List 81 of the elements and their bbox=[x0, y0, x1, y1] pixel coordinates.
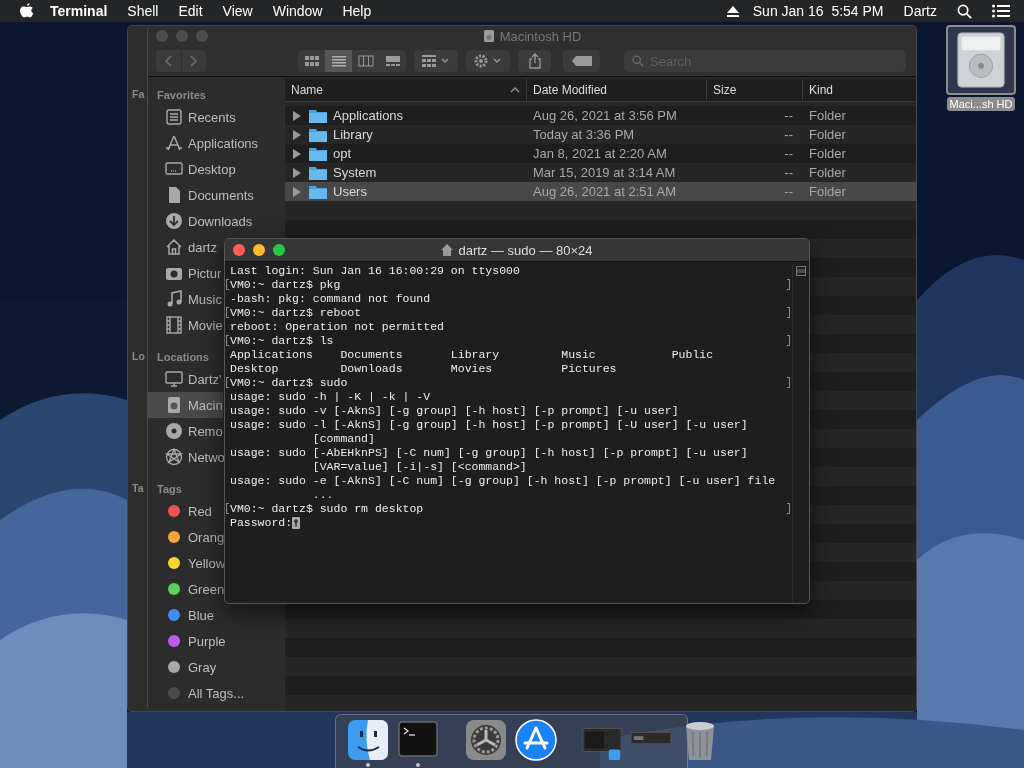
command-line: VM0:~ dartz$ sudo rm desktop bbox=[230, 502, 424, 516]
window-title: Macintosh HD bbox=[499, 28, 582, 44]
output-line: Last login: Sun Jan 16 16:00:29 on ttys000 bbox=[230, 264, 520, 278]
file-name: opt bbox=[333, 146, 352, 161]
tag-item[interactable]: Gray bbox=[148, 654, 217, 680]
output-line: Desktop Downloads Movies Pictures bbox=[230, 362, 617, 376]
output-line: usage: sudo -l [-AknS] [-g group] [-h host] [-p prompt] [-U user] [-u user] bbox=[230, 418, 748, 432]
user-menu[interactable]: Dartz bbox=[903, 3, 937, 19]
table-cell-text: Jan 8, 2021 at 2:20 AM bbox=[532, 146, 668, 161]
menu-item[interactable]: View bbox=[222, 3, 253, 19]
column-header[interactable]: Kind bbox=[803, 79, 916, 101]
app-menu[interactable]: Terminal bbox=[50, 3, 108, 19]
sidebar-item[interactable]: Applications bbox=[148, 130, 259, 156]
sidebar-item[interactable]: Pictur bbox=[148, 260, 222, 286]
command-line: VM0:~ dartz$ reboot bbox=[230, 306, 362, 320]
sidebar-item[interactable]: Documents bbox=[148, 182, 254, 208]
command-line: VM0:~ dartz$ pkg bbox=[230, 278, 341, 292]
file-row[interactable]: Users Aug 26, 2021 at 2:51 AM -- Folder bbox=[285, 182, 916, 201]
tag-item[interactable]: Blue bbox=[148, 602, 215, 628]
clock[interactable]: Sun Jan 16 5:54 PM bbox=[752, 3, 884, 19]
menu-item[interactable]: Shell bbox=[127, 3, 159, 19]
sidebar-item[interactable]: Remo bbox=[148, 418, 223, 444]
sidebar-item[interactable]: Macin bbox=[148, 392, 223, 418]
output-line: ... bbox=[311, 488, 334, 502]
table-cell-text: Folder bbox=[808, 165, 847, 180]
table-cell-text: -- bbox=[783, 127, 794, 142]
table-cell-text: -- bbox=[783, 165, 794, 180]
table-cell-text: Folder bbox=[808, 184, 847, 199]
output-line: -bash: pkg: command not found bbox=[230, 292, 431, 306]
sidebar-item[interactable]: Dartz' bbox=[148, 366, 222, 392]
sidebar-heading: Fa bbox=[132, 88, 145, 100]
table-cell-text: Mar 15, 2019 at 3:14 AM bbox=[532, 165, 677, 180]
output-line: reboot: Operation not permitted bbox=[230, 320, 444, 334]
table-cell-text: -- bbox=[783, 184, 794, 199]
table-cell-text: Aug 26, 2021 at 2:51 AM bbox=[532, 184, 678, 199]
table-cell-text: Folder bbox=[808, 146, 847, 161]
output-line: usage: sudo [-AbEHknPS] [-C num] [-g group] [-h host] [-p prompt] [-u user] bbox=[230, 446, 748, 460]
tag-item[interactable]: Orang bbox=[148, 524, 225, 550]
column-header[interactable]: Name bbox=[285, 79, 527, 101]
tag-item[interactable]: Purple bbox=[148, 628, 226, 654]
output-line: Applications Documents Library Music Public bbox=[230, 348, 714, 362]
tag-item[interactable]: All Tags... bbox=[148, 680, 245, 706]
table-cell-text: Folder bbox=[808, 108, 847, 123]
file-name: Library bbox=[333, 127, 373, 142]
sidebar-item[interactable]: Recents bbox=[148, 104, 236, 130]
table-cell-text: Aug 26, 2021 at 3:56 PM bbox=[532, 108, 678, 123]
menu-item[interactable]: Edit bbox=[178, 3, 203, 19]
sidebar-item[interactable]: Music bbox=[148, 286, 222, 312]
window-title: dartz — sudo — 80×24 bbox=[458, 242, 593, 258]
tag-item[interactable]: Green bbox=[148, 576, 225, 602]
table-cell-text: Folder bbox=[808, 127, 847, 142]
sidebar-item[interactable]: Desktop bbox=[148, 156, 236, 182]
table-cell-text: -- bbox=[783, 108, 794, 123]
sidebar-heading: Tags bbox=[156, 482, 182, 497]
command-line: VM0:~ dartz$ ls bbox=[230, 334, 334, 348]
sidebar-heading: Ta bbox=[132, 482, 144, 494]
sidebar-item[interactable]: Downloads bbox=[148, 208, 253, 234]
file-name: Users bbox=[333, 184, 367, 199]
output-line: [VAR=value] [-i|-s] [<command>] bbox=[311, 460, 527, 474]
column-header[interactable]: Date Modified bbox=[527, 79, 707, 101]
sidebar-heading: Lo bbox=[132, 350, 145, 362]
sidebar-item[interactable]: Netwo bbox=[148, 444, 225, 470]
tag-item[interactable]: Red bbox=[148, 498, 212, 524]
output-line: usage: sudo -v [-AknS] [-g group] [-h host] [-p prompt] [-u user] bbox=[230, 404, 679, 418]
table-cell-text: Today at 3:36 PM bbox=[532, 127, 636, 142]
output-line: usage: sudo -h | -K | -k | -V bbox=[230, 390, 431, 404]
file-name: System bbox=[333, 165, 377, 180]
command-line: VM0:~ dartz$ sudo bbox=[230, 376, 348, 390]
menu-item[interactable]: Help bbox=[342, 3, 372, 19]
sidebar-item[interactable]: dartz bbox=[148, 234, 217, 260]
file-name: Applications bbox=[333, 108, 404, 123]
sidebar-heading: Favorites bbox=[156, 88, 206, 103]
column-header[interactable]: Size bbox=[707, 79, 803, 101]
output-line: usage: sudo -e [-AknS] [-C num] [-g group] [-h host] [-p prompt] [-u user] file bbox=[230, 474, 776, 488]
sidebar-item[interactable]: Movie bbox=[148, 312, 223, 338]
tag-item[interactable]: Yellow bbox=[148, 550, 226, 576]
table-cell-text: -- bbox=[783, 146, 794, 161]
password-prompt: Password: bbox=[230, 516, 293, 530]
sidebar-heading: Locations bbox=[156, 350, 209, 365]
output-line: [command] bbox=[311, 432, 375, 446]
menu-item[interactable]: Window bbox=[272, 3, 323, 19]
